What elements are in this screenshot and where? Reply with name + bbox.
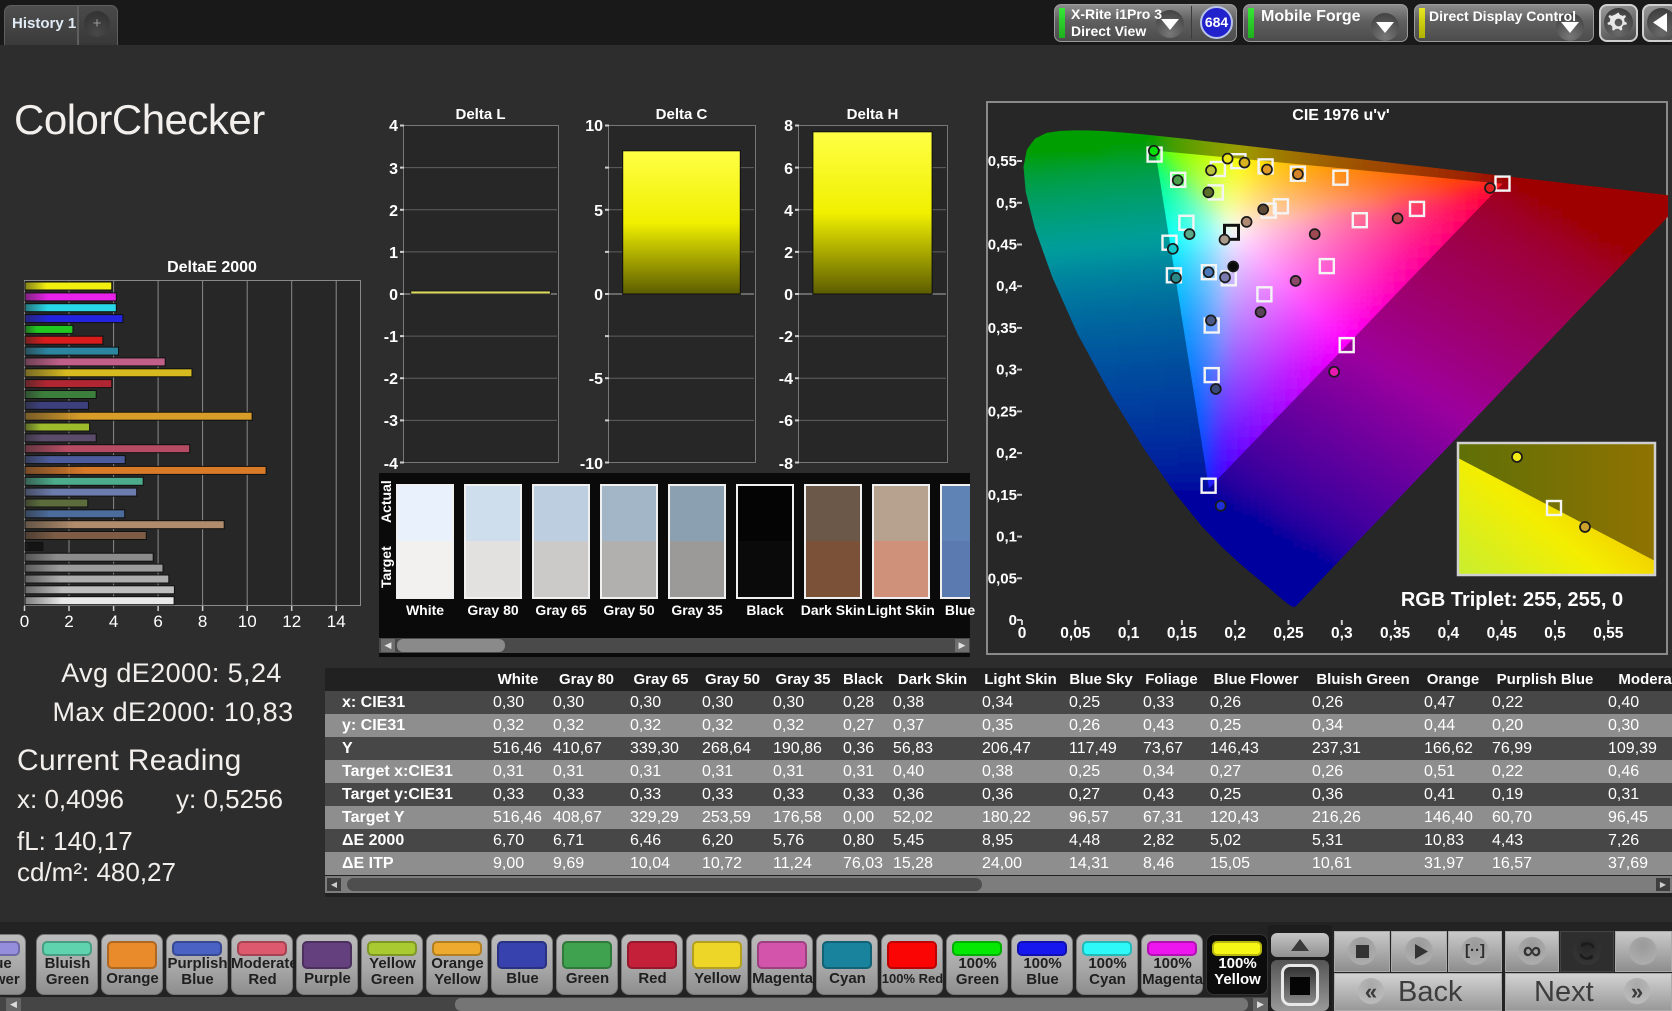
svg-text:-3: -3 xyxy=(384,413,398,430)
svg-text:0,2: 0,2 xyxy=(1224,625,1246,642)
svg-text:4: 4 xyxy=(389,118,398,135)
svg-text:14: 14 xyxy=(327,612,346,631)
svg-text:12: 12 xyxy=(282,612,301,631)
svg-text:4: 4 xyxy=(784,203,793,220)
svg-text:-1: -1 xyxy=(384,329,398,346)
svg-text:0,2: 0,2 xyxy=(996,445,1017,462)
svg-text:0,1: 0,1 xyxy=(1118,625,1140,642)
svg-text:0,3: 0,3 xyxy=(996,362,1017,379)
svg-text:0,45: 0,45 xyxy=(988,237,1017,254)
svg-text:2: 2 xyxy=(784,245,793,262)
svg-text:0: 0 xyxy=(594,287,603,304)
svg-text:-10: -10 xyxy=(580,456,603,473)
svg-text:0,3: 0,3 xyxy=(1331,625,1353,642)
svg-text:0,25: 0,25 xyxy=(1273,625,1304,642)
svg-text:0: 0 xyxy=(389,287,398,304)
svg-text:-5: -5 xyxy=(589,371,603,388)
svg-text:5: 5 xyxy=(594,203,603,220)
svg-text:2: 2 xyxy=(389,203,398,220)
svg-text:0,45: 0,45 xyxy=(1487,625,1518,642)
svg-text:Delta C: Delta C xyxy=(656,106,708,123)
svg-text:0,05: 0,05 xyxy=(988,570,1017,587)
svg-text:8: 8 xyxy=(784,118,793,135)
svg-text:0: 0 xyxy=(784,287,793,304)
svg-text:0,4: 0,4 xyxy=(996,278,1018,295)
svg-text:0,5: 0,5 xyxy=(996,195,1017,212)
svg-text:0,15: 0,15 xyxy=(988,487,1017,504)
svg-text:0,25: 0,25 xyxy=(988,403,1017,420)
svg-text:2: 2 xyxy=(64,612,73,631)
svg-text:0,55: 0,55 xyxy=(988,153,1017,170)
svg-text:1: 1 xyxy=(389,245,398,262)
svg-text:0: 0 xyxy=(20,612,29,631)
svg-text:-6: -6 xyxy=(779,413,793,430)
svg-text:10: 10 xyxy=(585,118,603,135)
svg-text:0,15: 0,15 xyxy=(1167,625,1198,642)
svg-text:0,5: 0,5 xyxy=(1544,625,1566,642)
svg-text:0: 0 xyxy=(1018,625,1027,642)
svg-text:-2: -2 xyxy=(779,329,793,346)
svg-text:RGB Triplet: 255, 255, 0: RGB Triplet: 255, 255, 0 xyxy=(1401,589,1623,611)
svg-text:0,35: 0,35 xyxy=(988,320,1017,337)
svg-text:DeltaE 2000: DeltaE 2000 xyxy=(167,259,257,276)
svg-text:-2: -2 xyxy=(384,371,398,388)
svg-text:CIE 1976 u'v': CIE 1976 u'v' xyxy=(1292,107,1389,124)
svg-text:Delta H: Delta H xyxy=(847,106,899,123)
svg-text:0,05: 0,05 xyxy=(1060,625,1091,642)
svg-text:8: 8 xyxy=(198,612,207,631)
svg-text:0: 0 xyxy=(1009,612,1017,629)
svg-text:3: 3 xyxy=(389,161,398,178)
svg-text:0,35: 0,35 xyxy=(1380,625,1411,642)
svg-text:-8: -8 xyxy=(779,456,793,473)
svg-text:Delta L: Delta L xyxy=(455,106,505,123)
svg-text:10: 10 xyxy=(238,612,257,631)
svg-text:4: 4 xyxy=(109,612,118,631)
svg-text:-4: -4 xyxy=(779,371,793,388)
svg-text:0,1: 0,1 xyxy=(996,529,1017,546)
svg-text:6: 6 xyxy=(784,161,793,178)
svg-text:6: 6 xyxy=(153,612,162,631)
svg-text:0,55: 0,55 xyxy=(1593,625,1624,642)
svg-text:0,4: 0,4 xyxy=(1438,625,1460,642)
svg-text:-4: -4 xyxy=(384,456,398,473)
